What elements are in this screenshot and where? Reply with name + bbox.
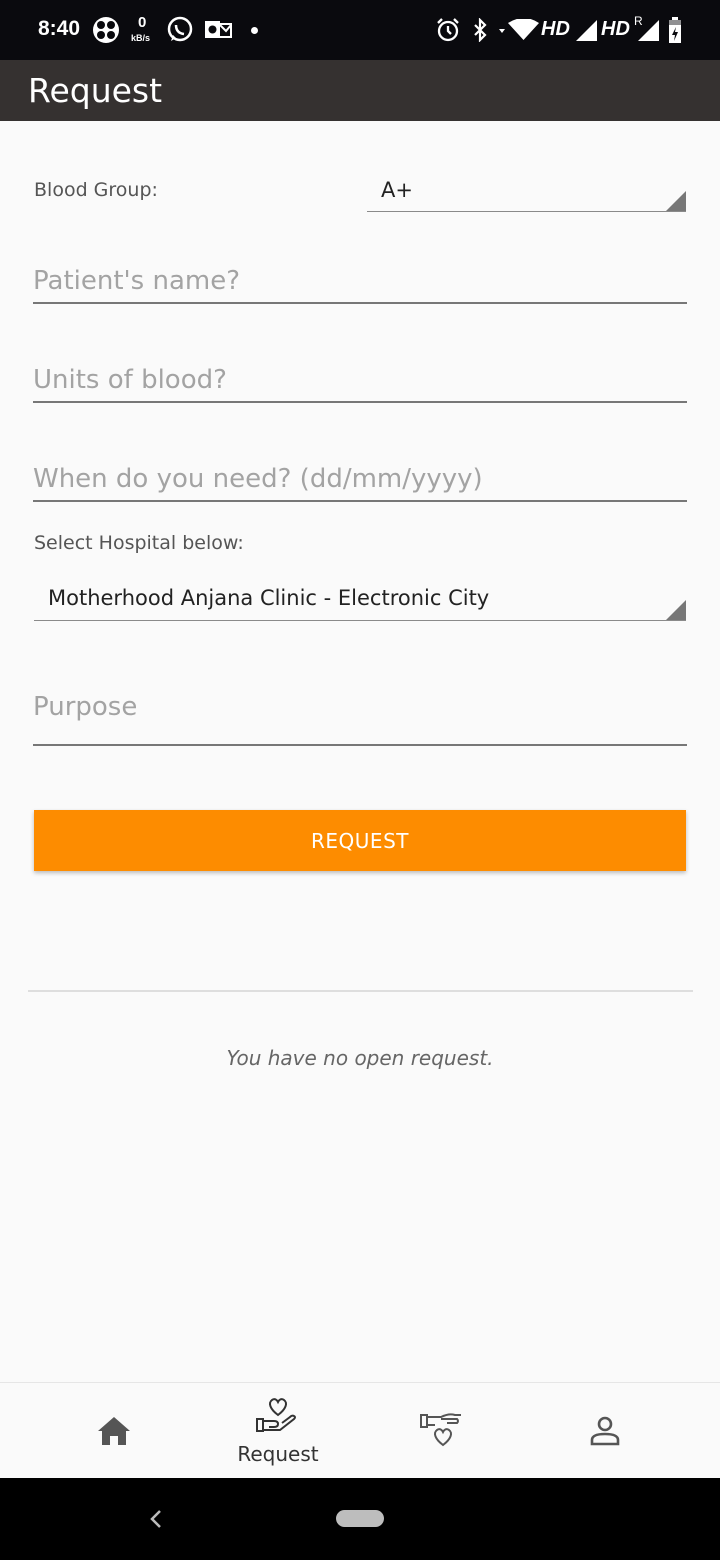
nav-item-donate[interactable] bbox=[360, 1383, 524, 1479]
battery-icon bbox=[669, 17, 681, 43]
nav-item-profile[interactable] bbox=[523, 1383, 687, 1479]
hd-label-1: HD bbox=[541, 18, 570, 40]
request-button[interactable]: REQUEST bbox=[34, 810, 686, 871]
alarm-icon bbox=[437, 18, 459, 42]
units-input[interactable] bbox=[33, 365, 687, 395]
hospital-label: Select Hospital below: bbox=[34, 532, 244, 554]
patient-name-input[interactable] bbox=[33, 266, 687, 296]
hd-label-2: HD bbox=[601, 18, 630, 40]
bottom-navigation: Request bbox=[0, 1382, 720, 1478]
divider bbox=[28, 990, 693, 992]
no-request-message: You have no open request. bbox=[226, 1046, 494, 1070]
system-navigation-bar bbox=[0, 1478, 720, 1560]
signal-icon bbox=[576, 20, 597, 41]
hospital-select[interactable]: Motherhood Anjana Clinic - Electronic Ci… bbox=[34, 576, 686, 621]
hospital-value: Motherhood Anjana Clinic - Electronic Ci… bbox=[48, 586, 490, 610]
home-icon bbox=[98, 1417, 130, 1445]
nav-label-request: Request bbox=[237, 1442, 319, 1466]
hand-heart-icon bbox=[256, 1398, 296, 1432]
back-icon[interactable] bbox=[148, 1509, 164, 1529]
fan-icon bbox=[93, 17, 119, 43]
blood-group-label: Blood Group: bbox=[34, 179, 158, 201]
net-speed-unit: kB/s bbox=[131, 33, 151, 43]
app-bar: Request bbox=[0, 60, 720, 121]
net-speed-value: 0 bbox=[138, 14, 147, 31]
purpose-field[interactable] bbox=[33, 682, 687, 746]
outlook-icon bbox=[205, 21, 232, 38]
patient-name-field[interactable] bbox=[33, 258, 687, 304]
wifi-icon bbox=[499, 19, 539, 40]
date-field[interactable] bbox=[33, 456, 687, 502]
dropdown-arrow-icon bbox=[666, 600, 686, 620]
status-bar: 8:40 0 kB/s HD HD R bbox=[0, 0, 720, 60]
bluetooth-icon bbox=[474, 18, 487, 42]
blood-group-value: A+ bbox=[381, 178, 413, 202]
units-field[interactable] bbox=[33, 357, 687, 403]
person-icon bbox=[590, 1416, 620, 1446]
nav-item-request[interactable]: Request bbox=[196, 1383, 360, 1479]
donate-heart-icon bbox=[420, 1413, 461, 1447]
dropdown-arrow-icon bbox=[666, 191, 686, 211]
signal-roaming-icon bbox=[638, 20, 659, 41]
date-input[interactable] bbox=[33, 464, 687, 494]
home-pill[interactable] bbox=[336, 1510, 384, 1527]
dot-icon bbox=[251, 27, 258, 34]
status-time: 8:40 bbox=[38, 17, 81, 40]
nav-item-home[interactable] bbox=[32, 1383, 196, 1479]
blood-group-select[interactable]: A+ bbox=[367, 168, 686, 212]
purpose-input[interactable] bbox=[33, 692, 687, 722]
whatsapp-icon bbox=[167, 16, 193, 42]
page-title: Request bbox=[28, 71, 163, 110]
